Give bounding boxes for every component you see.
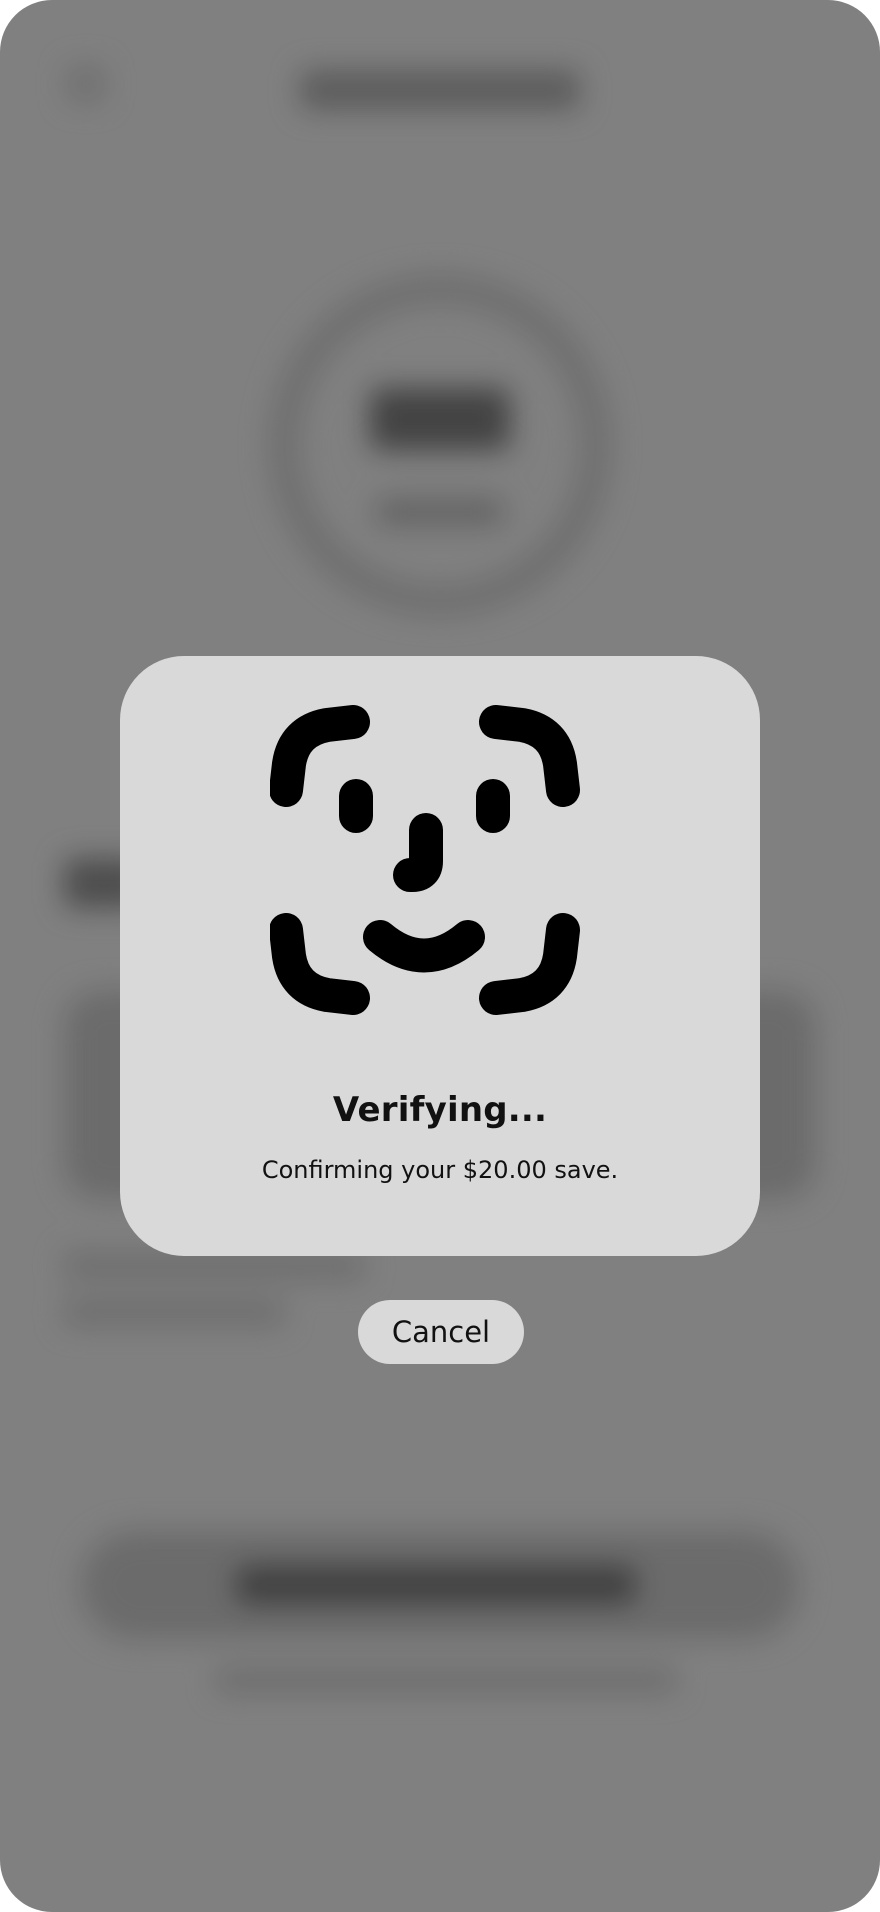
- face-frame-corner: [270, 913, 370, 1015]
- verification-dialog: Verifying... Confirming your $20.00 save…: [120, 656, 760, 1256]
- verification-title: Verifying...: [332, 1090, 548, 1130]
- verification-subtitle: Confirming your $20.00 save.: [261, 1156, 619, 1184]
- cancel-button[interactable]: Cancel: [358, 1300, 524, 1364]
- face-smile: [363, 920, 485, 973]
- face-frame-corner: [479, 913, 580, 1015]
- face-id-icon: [270, 705, 580, 1015]
- device-screen: Verifying... Confirming your $20.00 save…: [0, 0, 880, 1912]
- face-frame-corner: [479, 705, 580, 807]
- face-frame-corner: [270, 705, 370, 807]
- face-nose: [393, 813, 443, 892]
